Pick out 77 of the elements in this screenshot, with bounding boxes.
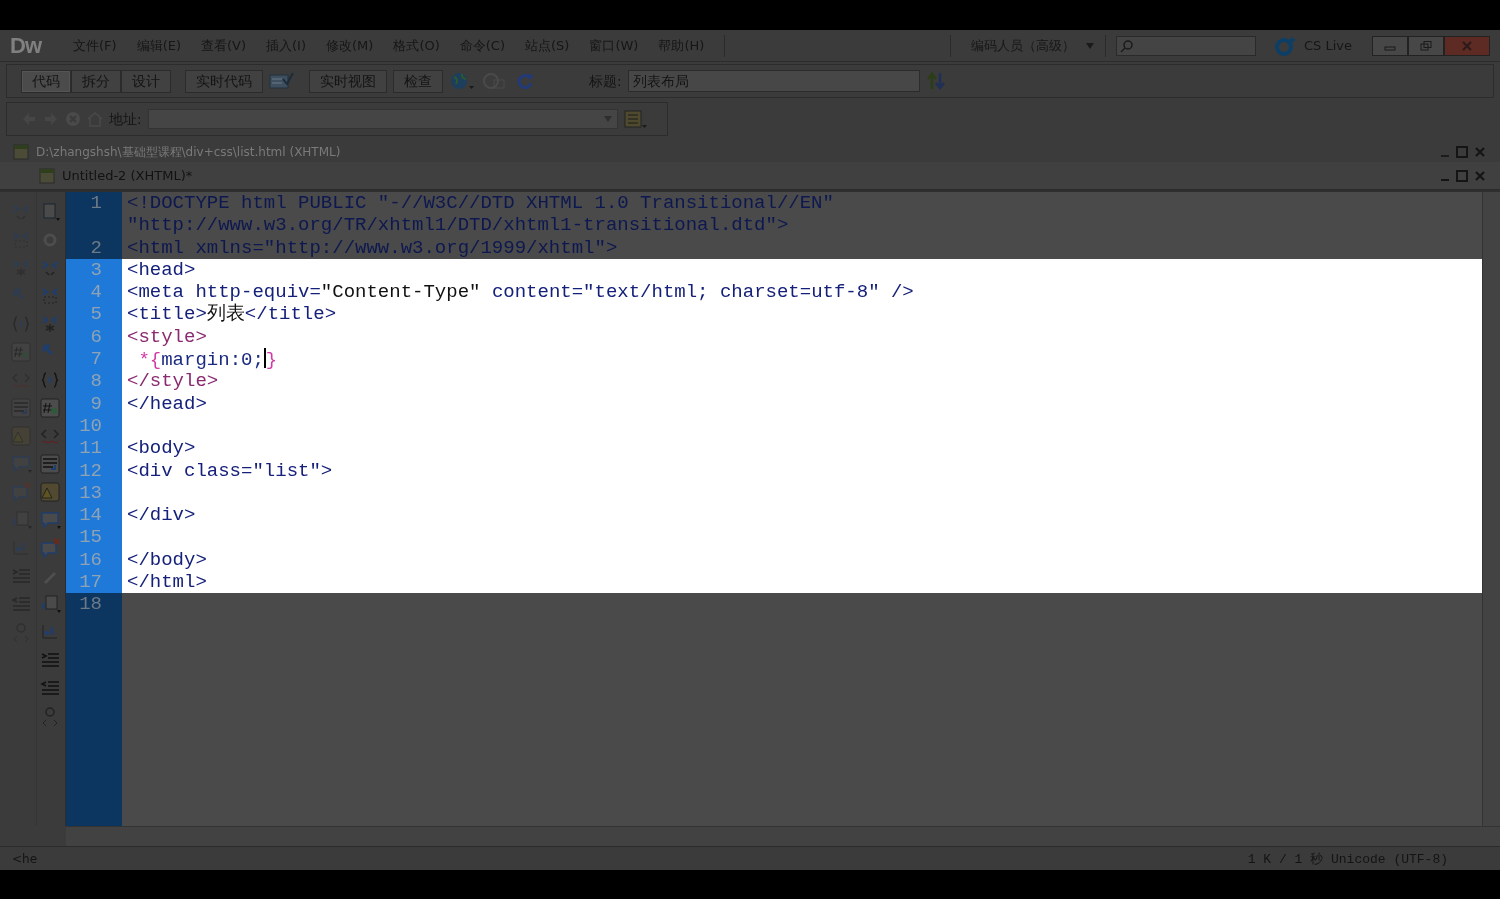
code-text: } bbox=[265, 349, 278, 372]
code-text: </html> bbox=[127, 571, 207, 594]
code-text: <head> bbox=[127, 258, 196, 281]
code-text: </head> bbox=[127, 392, 207, 415]
line-number: 15 bbox=[66, 526, 122, 549]
code-text: </div> bbox=[127, 504, 196, 527]
code-text: <html xmlns="http://www.w3.org/1999/xhtml"> bbox=[127, 236, 618, 259]
search-icon bbox=[1120, 38, 1134, 53]
line-number: 5 bbox=[66, 303, 122, 326]
restore-icon bbox=[1420, 40, 1432, 51]
maximize-icon[interactable] bbox=[1456, 169, 1468, 182]
syntax-warning-icon[interactable] bbox=[40, 482, 63, 502]
line-number: 8 bbox=[66, 370, 122, 393]
line-number: 2 bbox=[89, 236, 103, 259]
code-text: </title> bbox=[244, 303, 337, 326]
line-number: 10 bbox=[66, 414, 122, 438]
code-text: </style> bbox=[127, 370, 219, 393]
line-number: 13 bbox=[66, 481, 122, 505]
word-wrap-icon[interactable] bbox=[40, 454, 63, 474]
line-number: 3 bbox=[66, 258, 122, 282]
close-icon bbox=[1461, 40, 1473, 51]
line-number: 18 bbox=[78, 593, 103, 616]
line-number: 4 bbox=[66, 281, 122, 304]
open-documents-icon[interactable] bbox=[40, 202, 63, 222]
line-number: 1 bbox=[89, 192, 103, 215]
line-number: 6 bbox=[66, 325, 122, 349]
line-numbers-icon[interactable] bbox=[40, 398, 63, 418]
line-number: 16 bbox=[66, 548, 122, 572]
maximize-icon[interactable] bbox=[1456, 146, 1468, 158]
code-text: <style> bbox=[127, 325, 207, 348]
line-numbers-icon[interactable] bbox=[11, 342, 34, 362]
word-wrap-icon[interactable] bbox=[11, 398, 34, 418]
syntax-warning-icon[interactable] bbox=[11, 426, 34, 446]
snippet-icon[interactable] bbox=[40, 594, 63, 614]
text-cursor bbox=[263, 348, 266, 369]
vertical-scrollbar[interactable] bbox=[1482, 192, 1500, 826]
options-list-icon[interactable] bbox=[623, 109, 648, 129]
code-text: *{ bbox=[137, 349, 162, 372]
code-text: <meta http-equiv= bbox=[127, 281, 321, 304]
code-editor[interactable] bbox=[66, 192, 1482, 826]
close-button[interactable] bbox=[1444, 35, 1490, 56]
apply-comment-icon[interactable] bbox=[11, 454, 34, 474]
app-logo: Dw bbox=[10, 32, 41, 59]
minimize-button[interactable] bbox=[1372, 35, 1408, 56]
code-text: content="text/html; charset=utf-8" /> bbox=[490, 281, 914, 304]
cs-live-icon[interactable] bbox=[1274, 34, 1298, 57]
document-icon bbox=[38, 167, 56, 184]
code-text: "Content-Type" bbox=[320, 281, 481, 304]
refresh-icon[interactable] bbox=[515, 71, 535, 91]
remove-comment-icon[interactable] bbox=[11, 482, 34, 502]
apply-comment-icon[interactable] bbox=[40, 510, 63, 530]
remove-comment-icon[interactable] bbox=[40, 538, 63, 558]
code-text: <title> bbox=[127, 303, 207, 326]
search-field[interactable] bbox=[1116, 35, 1256, 56]
restore-button[interactable] bbox=[1408, 35, 1444, 56]
horizontal-scrollbar[interactable] bbox=[66, 826, 1500, 846]
code-text: "http://www.w3.org/TR/xhtml1/DTD/xhtml1-transitional.dtd"> bbox=[127, 214, 789, 237]
line-number: 11 bbox=[66, 437, 122, 460]
code-text: <!DOCTYPE html PUBLIC "-//W3C//DTD XHTML 1.0 Transitional//EN" bbox=[127, 192, 834, 214]
line-number: 17 bbox=[66, 571, 122, 594]
code-text: <body> bbox=[127, 437, 196, 460]
line-number: 14 bbox=[66, 504, 122, 527]
line-number: 12 bbox=[66, 459, 122, 482]
caret-icon[interactable] bbox=[1085, 41, 1095, 50]
document-icon bbox=[12, 144, 30, 160]
code-text: 列表 bbox=[206, 303, 245, 326]
snippet-icon[interactable] bbox=[11, 510, 34, 530]
code-text: margin:0; bbox=[161, 349, 264, 372]
close-icon[interactable] bbox=[1474, 169, 1486, 182]
line-number: 9 bbox=[66, 392, 122, 415]
code-text: <div class="list"> bbox=[127, 459, 333, 482]
document-title[interactable]: D:\zhangshsh\基础型课程\div+css\list.html (XHTML) bbox=[36, 143, 341, 161]
code-text: </body> bbox=[127, 548, 207, 571]
line-number: 7 bbox=[66, 348, 122, 371]
close-icon[interactable] bbox=[1474, 146, 1486, 158]
code-check-icon[interactable] bbox=[269, 71, 295, 91]
globe-icon[interactable] bbox=[449, 71, 475, 91]
